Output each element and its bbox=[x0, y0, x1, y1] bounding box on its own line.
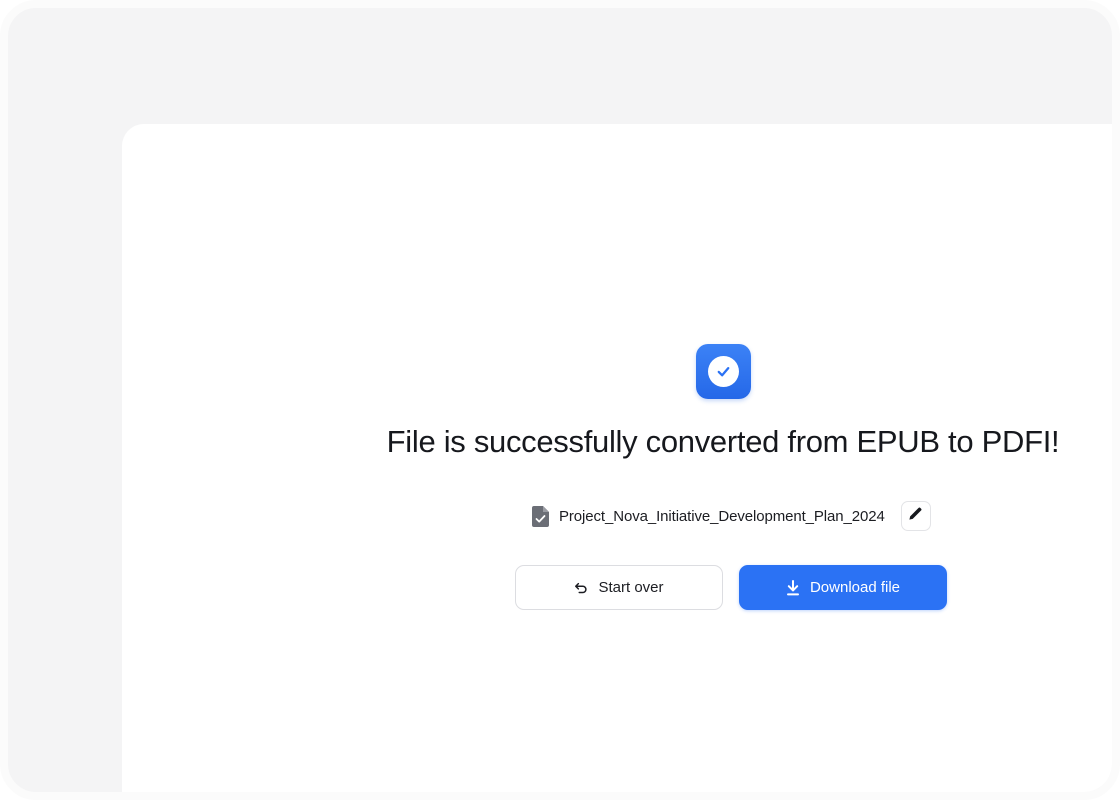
file-check-icon bbox=[530, 505, 550, 527]
success-badge bbox=[696, 344, 751, 399]
pencil-icon bbox=[908, 506, 923, 526]
file-row: Project_Nova_Initiative_Development_Plan… bbox=[530, 498, 931, 534]
content-card: File is successfully converted from EPUB… bbox=[122, 124, 1112, 792]
check-circle-icon bbox=[708, 356, 739, 387]
app-window: File is successfully converted from EPUB… bbox=[0, 0, 1120, 800]
undo-icon bbox=[574, 581, 588, 595]
download-label: Download file bbox=[809, 579, 901, 596]
download-button[interactable]: Download file bbox=[739, 565, 947, 610]
start-over-label: Start over bbox=[598, 579, 664, 596]
download-icon bbox=[786, 579, 800, 596]
rename-button[interactable] bbox=[900, 501, 931, 531]
file-name: Project_Nova_Initiative_Development_Plan… bbox=[559, 507, 885, 525]
success-headline: File is successfully converted from EPUB… bbox=[386, 424, 1060, 459]
start-over-button[interactable]: Start over bbox=[515, 565, 723, 610]
